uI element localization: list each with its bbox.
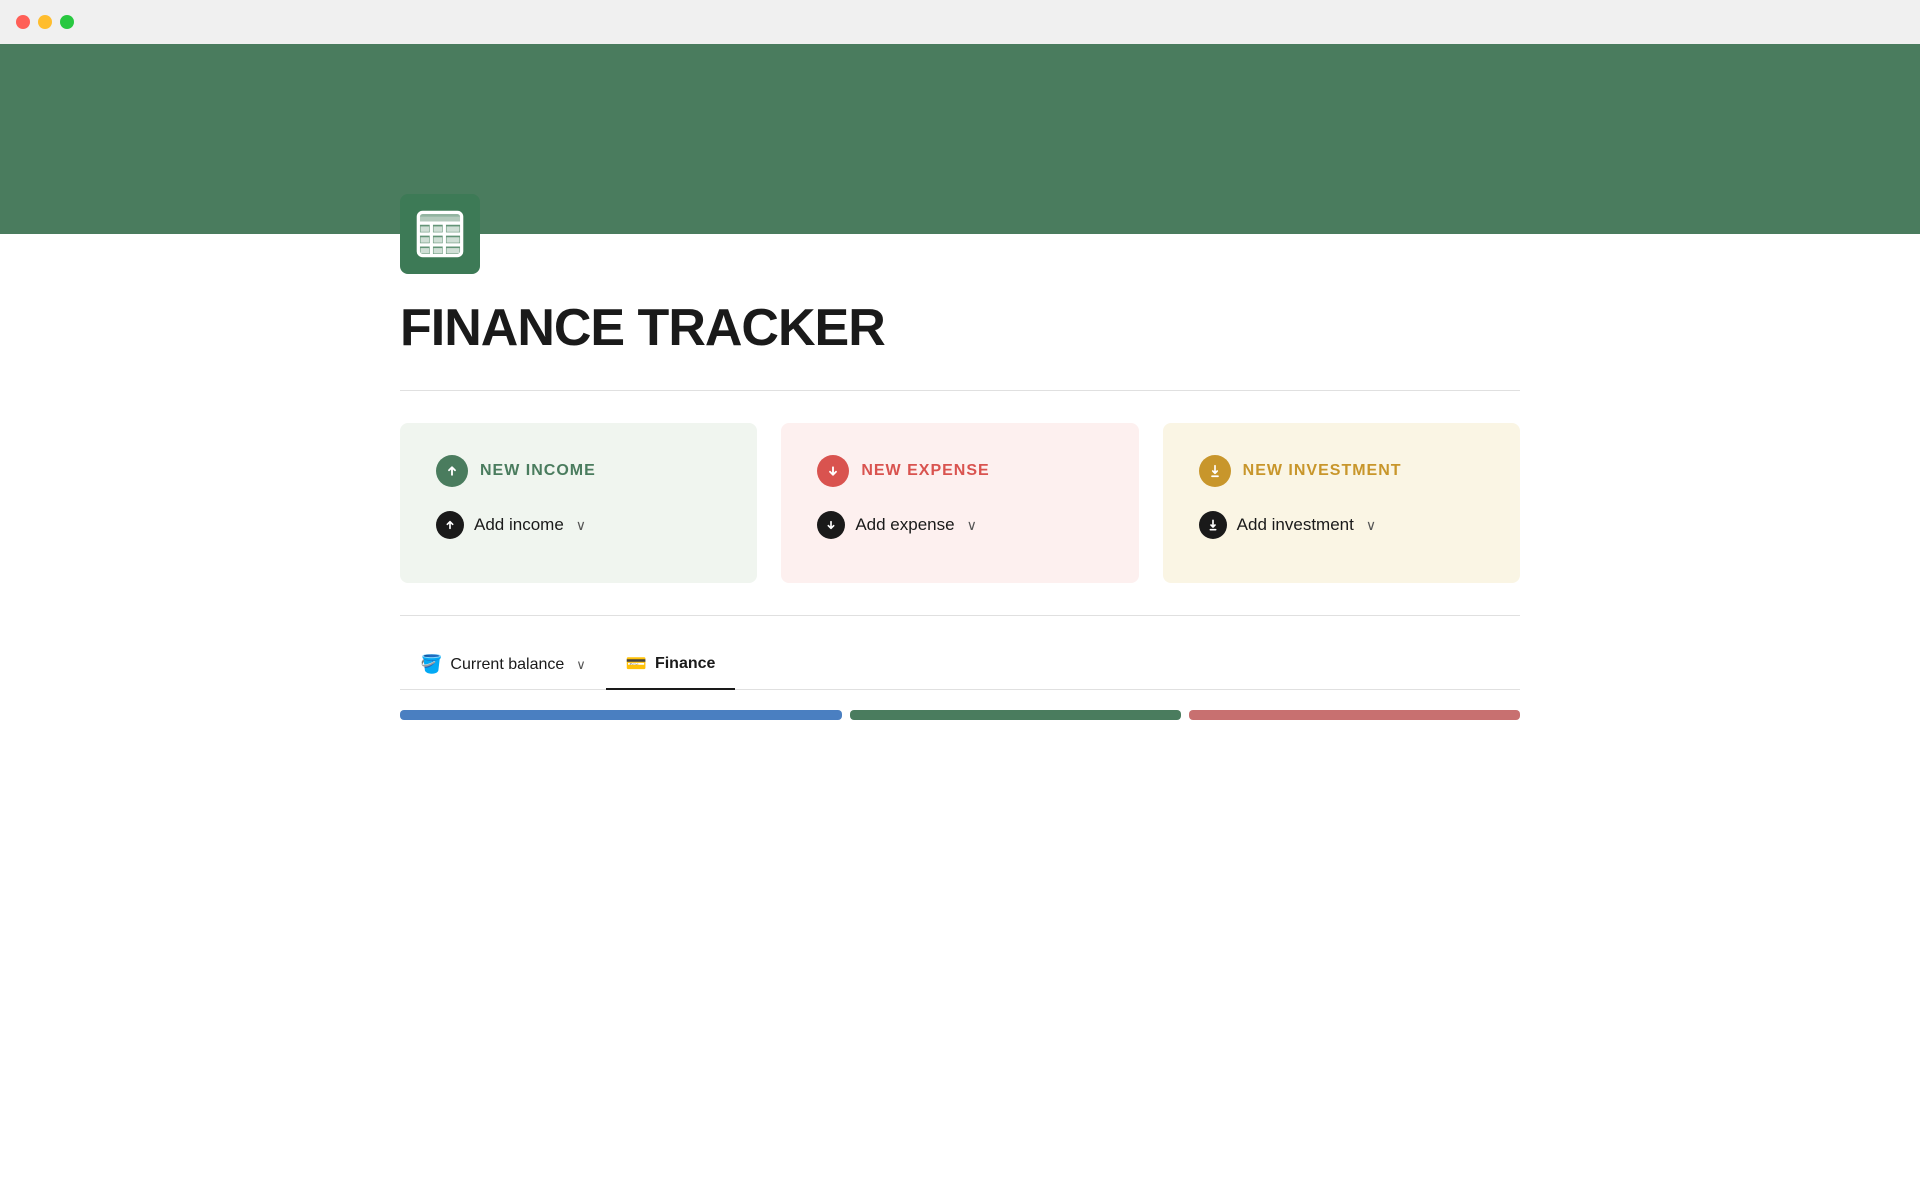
bottom-section: 🪣 Current balance ∨ 💳 Finance	[400, 640, 1520, 720]
page-icon	[400, 194, 480, 274]
tab-current-balance[interactable]: 🪣 Current balance ∨	[400, 640, 606, 689]
investment-card-header: NEW INVESTMENT	[1199, 455, 1484, 487]
tabs-row: 🪣 Current balance ∨ 💳 Finance	[400, 640, 1520, 690]
title-divider	[400, 390, 1520, 391]
expense-card-header: NEW EXPENSE	[817, 455, 1102, 487]
add-income-label: Add income	[474, 515, 564, 535]
cards-divider	[400, 615, 1520, 616]
add-investment-button[interactable]: Add investment ∨	[1199, 511, 1484, 539]
title-bar	[0, 0, 1920, 44]
investment-chevron-icon: ∨	[1366, 517, 1376, 534]
page-icon-area	[400, 194, 1520, 274]
income-card-title: NEW INCOME	[480, 462, 596, 480]
page-title: FINANCE TRACKER	[400, 298, 1520, 358]
expense-card-title: NEW EXPENSE	[861, 462, 989, 480]
investment-card-title: NEW INVESTMENT	[1243, 462, 1402, 480]
income-card: NEW INCOME Add income ∨	[400, 423, 757, 583]
spreadsheet-icon	[414, 208, 466, 260]
finance-tab-icon: 💳	[626, 654, 647, 674]
finance-tab-label: Finance	[655, 655, 715, 673]
minimize-button[interactable]	[38, 15, 52, 29]
bar-green	[850, 710, 1181, 720]
expense-card: NEW EXPENSE Add expense ∨	[781, 423, 1138, 583]
add-expense-button[interactable]: Add expense ∨	[817, 511, 1102, 539]
add-income-button[interactable]: Add income ∨	[436, 511, 721, 539]
main-content: FINANCE TRACKER NEW INCOME	[260, 194, 1660, 720]
bar-blue	[400, 710, 842, 720]
investment-icon	[1199, 455, 1231, 487]
add-expense-action-icon	[817, 511, 845, 539]
income-chevron-icon: ∨	[576, 517, 586, 534]
add-investment-action-icon	[1199, 511, 1227, 539]
expense-icon	[817, 455, 849, 487]
add-investment-label: Add investment	[1237, 515, 1354, 535]
income-card-header: NEW INCOME	[436, 455, 721, 487]
balance-chevron-icon: ∨	[576, 657, 586, 673]
add-expense-label: Add expense	[855, 515, 954, 535]
chart-bars-hint	[400, 710, 1520, 720]
balance-tab-icon: 🪣	[420, 654, 442, 675]
balance-tab-label: Current balance	[450, 656, 564, 674]
add-income-action-icon	[436, 511, 464, 539]
bar-red	[1189, 710, 1520, 720]
investment-card: NEW INVESTMENT Add investment ∨	[1163, 423, 1520, 583]
expense-chevron-icon: ∨	[967, 517, 977, 534]
maximize-button[interactable]	[60, 15, 74, 29]
close-button[interactable]	[16, 15, 30, 29]
tab-finance[interactable]: 💳 Finance	[606, 640, 736, 690]
income-icon	[436, 455, 468, 487]
cards-row: NEW INCOME Add income ∨	[400, 423, 1520, 583]
